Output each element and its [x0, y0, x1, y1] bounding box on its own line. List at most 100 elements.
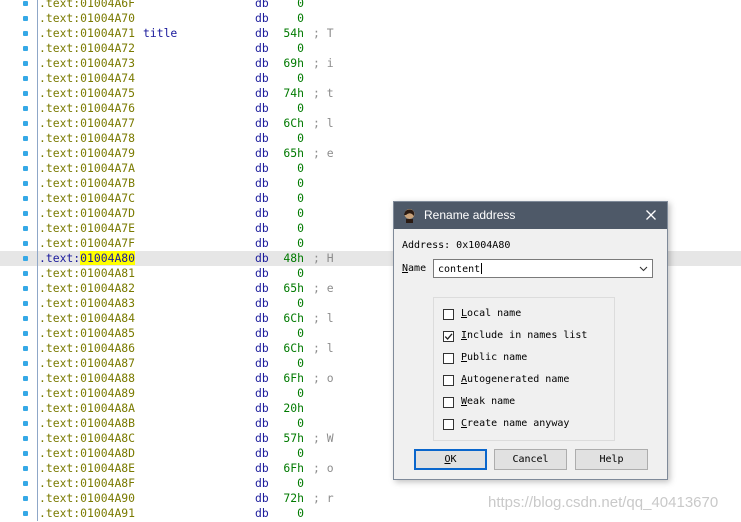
address-value[interactable]: 01004A78: [80, 131, 135, 145]
operand[interactable]: 0: [276, 446, 304, 461]
address-value[interactable]: 01004A8F: [80, 476, 135, 490]
operand[interactable]: 6Fh: [276, 371, 304, 386]
breakpoint-marker[interactable]: [23, 226, 28, 231]
breakpoint-marker[interactable]: [23, 301, 28, 306]
address-value[interactable]: 01004A91: [80, 506, 135, 520]
address-value[interactable]: 01004A85: [80, 326, 135, 340]
address-value[interactable]: 01004A8A: [80, 401, 135, 415]
address-value[interactable]: 01004A8E: [80, 461, 135, 475]
listing-row[interactable]: .text:01004A7B db 0: [0, 176, 741, 191]
address-value[interactable]: 01004A87: [80, 356, 135, 370]
breakpoint-marker[interactable]: [23, 436, 28, 441]
operand[interactable]: 0: [276, 131, 304, 146]
breakpoint-marker[interactable]: [23, 406, 28, 411]
listing-row[interactable]: .text:01004A7A db 0: [0, 161, 741, 176]
address-value[interactable]: 01004A72: [80, 41, 135, 55]
breakpoint-marker[interactable]: [23, 16, 28, 21]
address-value[interactable]: 01004A83: [80, 296, 135, 310]
breakpoint-marker[interactable]: [23, 241, 28, 246]
operand[interactable]: 0: [276, 296, 304, 311]
address-value[interactable]: 01004A79: [80, 146, 135, 160]
operand[interactable]: 0: [276, 161, 304, 176]
breakpoint-marker[interactable]: [23, 496, 28, 501]
operand[interactable]: 0: [276, 0, 304, 11]
listing-row[interactable]: .text:01004A76 db 0: [0, 101, 741, 116]
listing-row[interactable]: .text:01004A74 db 0: [0, 71, 741, 86]
address-value[interactable]: 01004A70: [80, 11, 135, 25]
operand[interactable]: 6Ch: [276, 311, 304, 326]
operand[interactable]: 0: [276, 266, 304, 281]
address-value[interactable]: 01004A82: [80, 281, 135, 295]
operand[interactable]: 0: [276, 206, 304, 221]
listing-row[interactable]: .text:01004A72 db 0: [0, 41, 741, 56]
help-button[interactable]: Help: [575, 449, 648, 470]
cancel-button[interactable]: Cancel: [494, 449, 567, 470]
address-value[interactable]: 01004A73: [80, 56, 135, 70]
breakpoint-marker[interactable]: [23, 61, 28, 66]
checkbox[interactable]: [443, 419, 454, 430]
operand[interactable]: 48h: [276, 251, 304, 266]
address-value[interactable]: 01004A7D: [80, 206, 135, 220]
breakpoint-marker[interactable]: [23, 136, 28, 141]
checkbox[interactable]: [443, 397, 454, 408]
listing-row[interactable]: .text:01004A77 db 6Ch ; l: [0, 116, 741, 131]
checkbox[interactable]: [443, 353, 454, 364]
breakpoint-marker[interactable]: [23, 376, 28, 381]
breakpoint-marker[interactable]: [23, 421, 28, 426]
breakpoint-marker[interactable]: [23, 91, 28, 96]
label-name[interactable]: title: [143, 26, 177, 41]
operand[interactable]: 74h: [276, 86, 304, 101]
operand[interactable]: 65h: [276, 146, 304, 161]
address-value[interactable]: 01004A8C: [80, 431, 135, 445]
address-value[interactable]: 01004A77: [80, 116, 135, 130]
address-value[interactable]: 01004A86: [80, 341, 135, 355]
address-value[interactable]: 01004A88: [80, 371, 135, 385]
listing-row[interactable]: .text:01004A6F db 0: [0, 0, 741, 11]
address-value[interactable]: 01004A80: [80, 251, 136, 265]
close-button[interactable]: [641, 204, 661, 226]
breakpoint-marker[interactable]: [23, 466, 28, 471]
breakpoint-marker[interactable]: [23, 151, 28, 156]
operand[interactable]: 54h: [276, 26, 304, 41]
breakpoint-marker[interactable]: [23, 316, 28, 321]
address-value[interactable]: 01004A7F: [80, 236, 135, 250]
address-value[interactable]: 01004A84: [80, 311, 135, 325]
address-value[interactable]: 01004A81: [80, 266, 135, 280]
listing-row[interactable]: .text:01004A78 db 0: [0, 131, 741, 146]
operand[interactable]: 0: [276, 101, 304, 116]
breakpoint-marker[interactable]: [23, 181, 28, 186]
listing-row[interactable]: .text:01004A70 db 0: [0, 11, 741, 26]
address-value[interactable]: 01004A75: [80, 86, 135, 100]
operand[interactable]: 0: [276, 191, 304, 206]
operand[interactable]: 69h: [276, 56, 304, 71]
breakpoint-marker[interactable]: [23, 481, 28, 486]
breakpoint-marker[interactable]: [23, 511, 28, 516]
address-value[interactable]: 01004A7B: [80, 176, 135, 190]
operand[interactable]: 0: [276, 236, 304, 251]
operand[interactable]: 0: [276, 326, 304, 341]
breakpoint-marker[interactable]: [23, 76, 28, 81]
breakpoint-marker[interactable]: [23, 346, 28, 351]
checkbox[interactable]: [443, 331, 454, 342]
breakpoint-marker[interactable]: [23, 361, 28, 366]
operand[interactable]: 0: [276, 71, 304, 86]
address-value[interactable]: 01004A7C: [80, 191, 135, 205]
operand[interactable]: 57h: [276, 431, 304, 446]
breakpoint-marker[interactable]: [23, 166, 28, 171]
listing-row[interactable]: .text:01004A73 db 69h ; i: [0, 56, 741, 71]
checkbox[interactable]: [443, 309, 454, 320]
breakpoint-marker[interactable]: [23, 286, 28, 291]
breakpoint-marker[interactable]: [23, 106, 28, 111]
address-value[interactable]: 01004A89: [80, 386, 135, 400]
breakpoint-marker[interactable]: [23, 256, 28, 261]
address-value[interactable]: 01004A7A: [80, 161, 135, 175]
listing-row[interactable]: .text:01004A79 db 65h ; e: [0, 146, 741, 161]
name-combobox[interactable]: content: [433, 259, 653, 278]
breakpoint-marker[interactable]: [23, 1, 28, 6]
breakpoint-marker[interactable]: [23, 451, 28, 456]
breakpoint-marker[interactable]: [23, 121, 28, 126]
breakpoint-marker[interactable]: [23, 46, 28, 51]
address-value[interactable]: 01004A8B: [80, 416, 135, 430]
operand[interactable]: 65h: [276, 281, 304, 296]
operand[interactable]: 0: [276, 506, 304, 521]
